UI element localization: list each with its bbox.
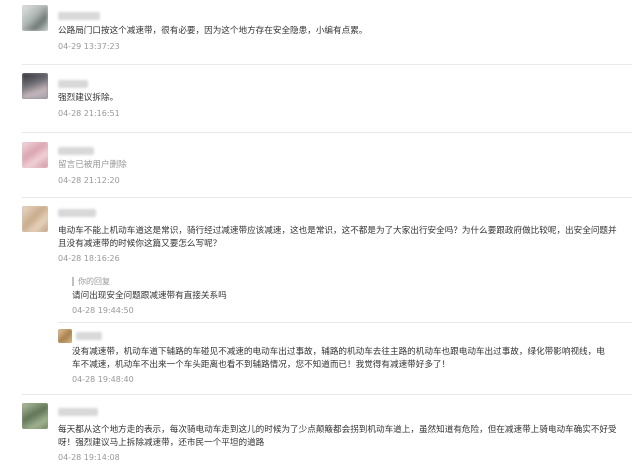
reply-time: 04-28 19:44:50 — [72, 306, 134, 315]
comment-time: 04-28 19:14:08 — [58, 453, 120, 462]
avatar[interactable] — [22, 73, 48, 99]
divider — [22, 394, 632, 395]
comment-text-line-1: 电动车不能上机动车道这是常识，骑行经过减速带应该减速，这也是常识，这不都是为了大… — [58, 226, 617, 236]
avatar[interactable] — [22, 403, 48, 429]
username[interactable] — [58, 12, 100, 20]
avatar[interactable] — [58, 329, 72, 343]
username[interactable] — [76, 332, 102, 340]
avatar[interactable] — [22, 5, 48, 31]
avatar[interactable] — [22, 142, 48, 168]
sub-comment-time: 04-28 19:48:40 — [72, 375, 134, 384]
comment-text-line-1: 每天都从这个地方走的表示，每次骑电动车走到这儿的时候为了少点颠簸都会拐到机动车道… — [58, 425, 617, 435]
comment-time: 04-28 21:12:20 — [58, 176, 120, 185]
divider — [22, 197, 632, 198]
sub-comment-text-line-2: 车不减速，机动车不出来一个车头距离也看不到辅路情况，您不知道而已！我觉得有减速带… — [72, 360, 451, 370]
divider — [22, 64, 632, 65]
username[interactable] — [58, 408, 98, 416]
comment-text: 留言已被用户删除 — [58, 160, 127, 170]
comment-text-line-2: 且没有减速带的时候你这篇又要怎么写呢？ — [58, 239, 222, 249]
username[interactable] — [58, 209, 96, 217]
username[interactable] — [58, 80, 88, 88]
avatar[interactable] — [22, 206, 48, 232]
comment-text: 公路局门口按这个减速带，很有必要，因为这个地方存在安全隐患，小编有点累。 — [58, 26, 368, 36]
comment-time: 04-28 18:16:26 — [58, 254, 120, 263]
divider — [58, 322, 632, 323]
reply-text: 请问出现安全问题跟减速带有直接关系吗 — [72, 291, 227, 301]
comment-text: 强烈建议拆除。 — [58, 93, 119, 103]
sub-comment-text-line-1: 没有减速带，机动车道下辅路的车碰见不减速的电动车出过事故，辅路的机动车去往主路的… — [72, 347, 605, 357]
divider — [22, 132, 632, 133]
comment-time: 04-28 21:16:51 — [58, 109, 120, 118]
reply-label: 你的回复 — [72, 277, 110, 286]
username[interactable] — [58, 147, 94, 155]
comment-text-line-2: 呀！强烈建议马上拆除减速带，还市民一个平坦的道路 — [58, 438, 265, 448]
comment-time: 04-29 13:37:23 — [58, 42, 120, 51]
